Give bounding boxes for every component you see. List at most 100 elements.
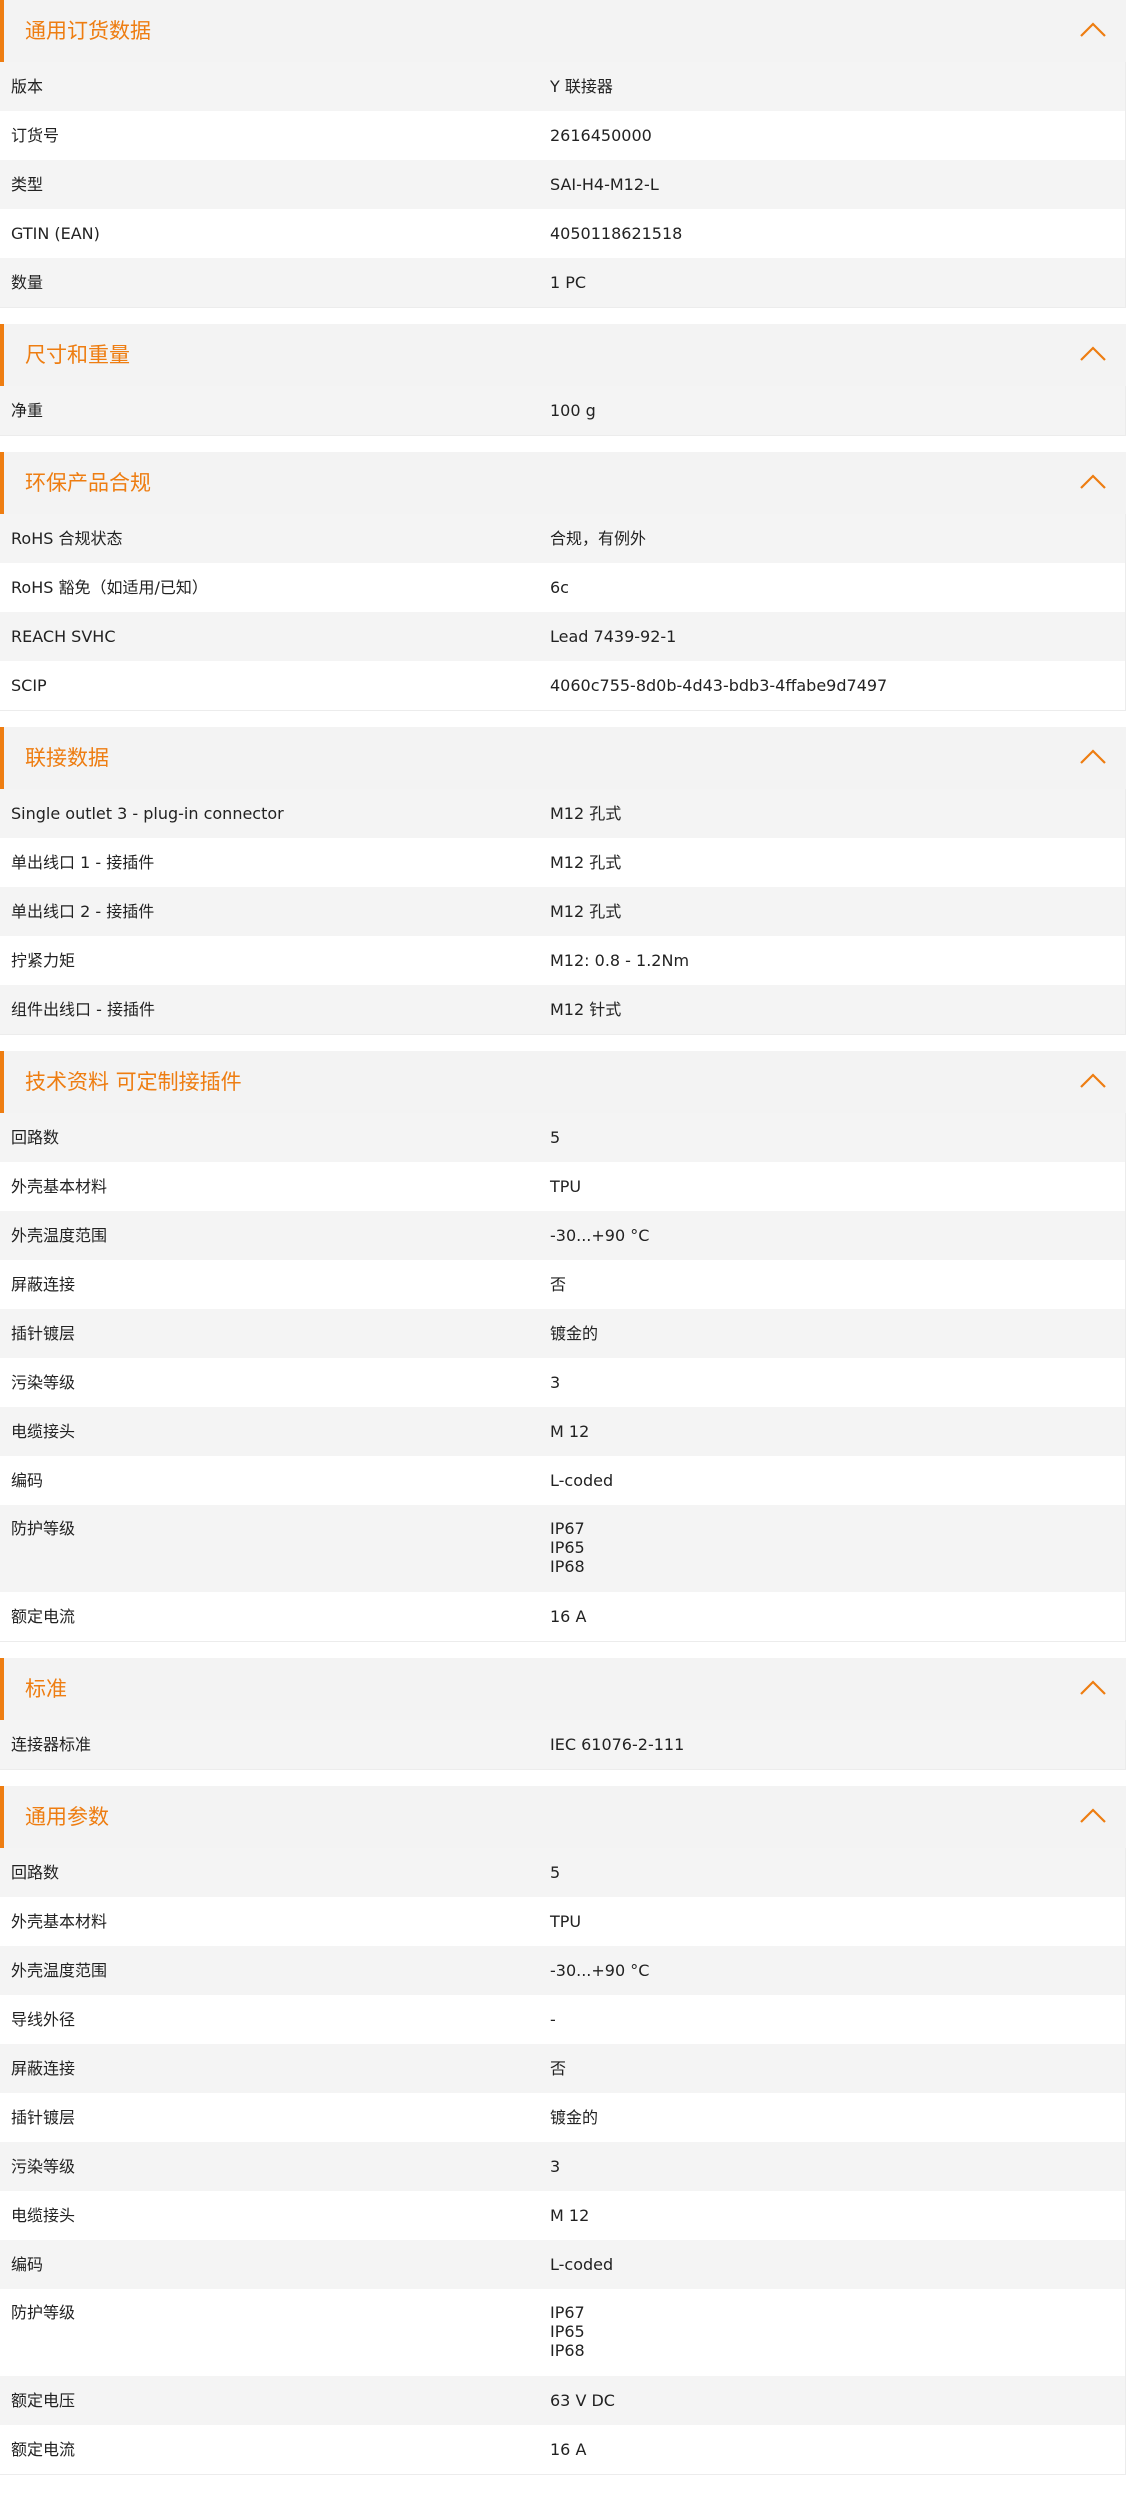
spec-row: 防护等级 IP67 IP65 IP68 — [0, 1505, 1126, 1592]
section-general-order-data: 通用订货数据 版本 Y 联接器 订货号 2616450000 类型 SAI-H4-M12-L… — [0, 0, 1126, 308]
spec-label: 额定电压 — [11, 2391, 76, 2410]
spec-value: L-coded — [550, 2255, 614, 2274]
spec-value: IP67 IP65 IP68 — [550, 2303, 585, 2360]
spec-value: 3 — [550, 2157, 561, 2176]
spec-row: 订货号 2616450000 — [0, 111, 1126, 160]
spec-value: TPU — [550, 1912, 582, 1931]
chevron-up-icon[interactable] — [1078, 344, 1108, 364]
spec-label: SCIP — [11, 676, 47, 695]
spec-row: 回路数 5 — [0, 1848, 1126, 1897]
spec-value: M12: 0.8 - 1.2Nm — [550, 951, 690, 970]
section-header-environmental-compliance[interactable]: 环保产品合规 — [0, 452, 1126, 514]
spec-label: 防护等级 — [11, 2303, 76, 2322]
chevron-up-icon[interactable] — [1078, 1071, 1108, 1091]
spec-label: 订货号 — [11, 126, 60, 145]
chevron-up-icon[interactable] — [1078, 20, 1108, 40]
spec-label: 单出线口 2 - 接插件 — [11, 902, 155, 921]
spec-row: 单出线口 1 - 接插件 M12 孔式 — [0, 838, 1126, 887]
spec-row: 编码 L-coded — [0, 2240, 1126, 2289]
spec-table: 回路数 5 外壳基本材料 TPU 外壳温度范围 -30...+90 °C 屏蔽连接 否插针镀层… — [0, 1113, 1126, 1642]
spec-value: M12 孔式 — [550, 853, 622, 872]
spec-value: -30...+90 °C — [550, 1961, 650, 1980]
chevron-up-icon[interactable] — [1078, 1678, 1108, 1698]
spec-value: 5 — [550, 1128, 561, 1147]
spec-value: L-coded — [550, 1471, 614, 1490]
spec-row: 插针镀层 镀金的 — [0, 1309, 1126, 1358]
spec-label: 污染等级 — [11, 1373, 76, 1392]
spec-value: TPU — [550, 1177, 582, 1196]
spec-value: 镀金的 — [550, 2108, 599, 2127]
spec-row: 额定电压 63 V DC — [0, 2376, 1126, 2425]
spec-row: SCIP 4060c755-8d0b-4d43-bdb3-4ffabe9d7497 — [0, 661, 1126, 710]
section-header-technical-customizable[interactable]: 技术资料 可定制接插件 — [0, 1051, 1126, 1113]
spec-page: 通用订货数据 版本 Y 联接器 订货号 2616450000 类型 SAI-H4-M12-L… — [0, 0, 1126, 2475]
spec-label: 回路数 — [11, 1863, 60, 1882]
spec-row: 额定电流 16 A — [0, 1592, 1126, 1641]
spec-label: 外壳基本材料 — [11, 1912, 108, 1931]
chevron-up-icon[interactable] — [1078, 747, 1108, 767]
spec-label: 外壳温度范围 — [11, 1961, 108, 1980]
spec-label: RoHS 豁免（如适用/已知） — [11, 578, 208, 597]
spec-row: 净重 100 g — [0, 386, 1126, 435]
spec-value: 16 A — [550, 2440, 587, 2459]
spec-table: 版本 Y 联接器 订货号 2616450000 类型 SAI-H4-M12-L GTIN (… — [0, 62, 1126, 308]
spec-row: 插针镀层 镀金的 — [0, 2093, 1126, 2142]
spec-value: -30...+90 °C — [550, 1226, 650, 1245]
section-technical-customizable: 技术资料 可定制接插件回路数 5 外壳基本材料 TPU 外壳温度范围 -30...+90 … — [0, 1051, 1126, 1642]
spec-label: 额定电流 — [11, 1607, 76, 1626]
spec-row: 拧紧力矩 M12: 0.8 - 1.2Nm — [0, 936, 1126, 985]
spec-label: 电缆接头 — [11, 1422, 76, 1441]
chevron-up-icon[interactable] — [1078, 1806, 1108, 1826]
spec-value: IP67 IP65 IP68 — [550, 1519, 585, 1576]
spec-row: 电缆接头 M 12 — [0, 2191, 1126, 2240]
spec-label: 版本 — [11, 77, 44, 96]
section-dimensions-weight: 尺寸和重量 净重 100 g — [0, 324, 1126, 436]
spec-value: Lead 7439-92-1 — [550, 627, 677, 646]
spec-row: 单出线口 2 - 接插件 M12 孔式 — [0, 887, 1126, 936]
spec-label: 屏蔽连接 — [11, 1275, 76, 1294]
spec-value: Y 联接器 — [550, 77, 613, 96]
spec-row: 回路数 5 — [0, 1113, 1126, 1162]
section-standards: 标准 连接器标准 IEC 61076-2-111 — [0, 1658, 1126, 1770]
spec-value: 合规，有例外 — [550, 529, 647, 548]
chevron-up-icon[interactable] — [1078, 472, 1108, 492]
spec-row: 污染等级 3 — [0, 2142, 1126, 2191]
spec-label: 回路数 — [11, 1128, 60, 1147]
spec-label: 防护等级 — [11, 1519, 76, 1538]
spec-table: 回路数 5 外壳基本材料 TPU 外壳温度范围 -30...+90 °C 导线外径 - 屏蔽连接… — [0, 1848, 1126, 2475]
section-header-dimensions-weight[interactable]: 尺寸和重量 — [0, 324, 1126, 386]
spec-row: 屏蔽连接 否 — [0, 1260, 1126, 1309]
spec-label: 额定电流 — [11, 2440, 76, 2459]
spec-label: 外壳温度范围 — [11, 1226, 108, 1245]
spec-label: 组件出线口 - 接插件 — [11, 1000, 155, 1019]
spec-value: M12 孔式 — [550, 804, 622, 823]
spec-row: 导线外径 - — [0, 1995, 1126, 2044]
section-environmental-compliance: 环保产品合规 RoHS 合规状态 合规，有例外 RoHS 豁免（如适用/已知） 6c RE… — [0, 452, 1126, 711]
spec-row: 防护等级 IP67 IP65 IP68 — [0, 2289, 1126, 2376]
section-header-general-parameters[interactable]: 通用参数 — [0, 1786, 1126, 1848]
spec-value: M12 针式 — [550, 1000, 622, 1019]
spec-value: M 12 — [550, 2206, 590, 2225]
spec-row: 外壳温度范围 -30...+90 °C — [0, 1211, 1126, 1260]
section-header-standards[interactable]: 标准 — [0, 1658, 1126, 1720]
spec-label: 净重 — [11, 401, 44, 420]
section-title: 标准 — [25, 1676, 67, 1701]
spec-row: RoHS 合规状态 合规，有例外 — [0, 514, 1126, 563]
spec-row: 电缆接头 M 12 — [0, 1407, 1126, 1456]
spec-value: SAI-H4-M12-L — [550, 175, 659, 194]
spec-label: 数量 — [11, 273, 44, 292]
section-header-general-order-data[interactable]: 通用订货数据 — [0, 0, 1126, 62]
spec-row: 外壳基本材料 TPU — [0, 1162, 1126, 1211]
spec-value: 4050118621518 — [550, 224, 683, 243]
section-title: 环保产品合规 — [25, 470, 151, 495]
spec-value: 5 — [550, 1863, 561, 1882]
section-title: 通用订货数据 — [25, 18, 151, 43]
spec-table: 净重 100 g — [0, 386, 1126, 436]
section-title: 技术资料 可定制接插件 — [25, 1069, 242, 1094]
spec-label: 电缆接头 — [11, 2206, 76, 2225]
spec-value: 16 A — [550, 1607, 587, 1626]
spec-row: 版本 Y 联接器 — [0, 62, 1126, 111]
section-header-connection-data[interactable]: 联接数据 — [0, 727, 1126, 789]
spec-row: 外壳基本材料 TPU — [0, 1897, 1126, 1946]
spec-label: GTIN (EAN) — [11, 224, 100, 243]
